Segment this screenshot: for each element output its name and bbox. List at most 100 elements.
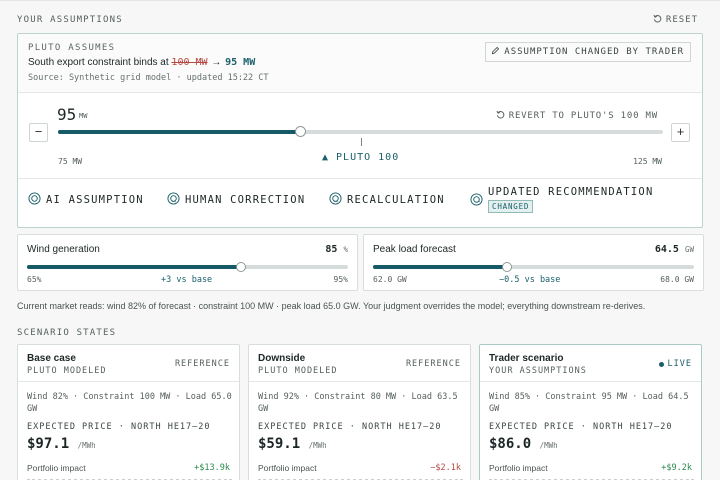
scenario-name: Trader scenario [489,353,564,364]
constraint-prefix: South export constraint binds at [28,57,169,68]
decrement-button[interactable]: − [29,123,48,142]
impact-label: Portfolio impact [489,463,548,473]
price-unit: /MWh [539,441,558,450]
constraint-slider-area: 95 MW REVERT TO PLUTO'S 100 MW − + 75 MW… [18,93,702,179]
flow-step-label: UPDATED RECOMMENDATION [488,186,654,198]
assumption-header: PLUTO ASSUMES South export constraint bi… [18,34,702,93]
target-icon [28,192,41,208]
scenario-card-base[interactable]: Base case PLUTO MODELED REFERENCE Wind 8… [17,344,240,480]
mini-slider-thumb[interactable] [501,262,512,272]
flow-step-updated-recommendation: UPDATED RECOMMENDATION CHANGED [470,186,653,213]
slider-thumb[interactable] [295,126,306,137]
peak-load-card: Peak load forecast 64.5 GW 62.0 GW −0.5 … [363,234,704,291]
scenario-tag: REFERENCE [405,359,461,369]
price-unit: /MWh [308,441,327,450]
slider-min-label: 75 MW [58,157,83,166]
flow-step-ai-assumption: AI ASSUMPTION [28,192,144,208]
flow-step-label: HUMAN CORRECTION [185,194,306,206]
slider-fill [58,130,300,134]
workflow-steps: AI ASSUMPTION → HUMAN CORRECTION → RECAL… [18,180,702,227]
live-tag: LIVE [658,359,692,369]
scenario-assumptions: Wind 82% · Constraint 100 MW · Load 65.0… [27,392,232,414]
mini-max-label: 68.0 GW [660,275,694,284]
reset-button[interactable]: RESET [653,14,698,26]
price-label: EXPECTED PRICE · NORTH HE17–20 [27,422,211,432]
pluto-assumes-label: PLUTO ASSUMES [28,43,116,53]
mini-min-label: 62.0 GW [373,275,407,284]
pluto-tick [360,138,362,146]
constraint-slider[interactable] [58,126,663,137]
source-line: Source: Synthetic grid model · updated 1… [28,73,269,83]
flow-step-human-correction: HUMAN CORRECTION [167,192,305,208]
flow-step-text: UPDATED RECOMMENDATION CHANGED [488,186,653,213]
mini-slider-thumb[interactable] [236,262,246,272]
target-icon [470,193,483,209]
scenario-header: Downside PLUTO MODELED REFERENCE [249,345,470,382]
scenario-assumptions: Wind 92% · Constraint 80 MW · Load 63.5 … [258,392,458,414]
assumption-changed-badge: ASSUMPTION CHANGED BY TRADER [485,42,691,62]
flow-step-label: RECALCULATION [347,194,445,206]
increment-button[interactable]: + [671,123,690,142]
top-divider [0,0,720,1]
scenario-tag: LIVE [667,359,692,369]
scenario-tag: REFERENCE [174,359,230,369]
impact-value: −$2.1k [430,463,461,473]
price-label: EXPECTED PRICE · NORTH HE17–20 [258,422,442,432]
flow-step-recalculation: RECALCULATION [329,192,445,208]
assumption-card: PLUTO ASSUMES South export constraint bi… [17,33,703,228]
mini-value: 85 % [325,244,348,255]
scenario-subtitle: PLUTO MODELED [27,366,107,376]
expected-price: $59.1 /MWh [258,436,327,452]
old-value: 100 MW [171,57,208,68]
constraint-statement: South export constraint binds at 100 MW … [28,57,255,68]
expected-price: $97.1 /MWh [27,436,96,452]
wind-slider[interactable] [27,262,348,272]
scenario-name: Base case [27,353,76,364]
reset-label: RESET [665,15,698,25]
slider-unit: MW [79,112,88,120]
impact-label: Portfolio impact [258,463,317,473]
peak-load-slider[interactable] [373,262,694,272]
mini-slider-fill [373,265,507,269]
scenario-card-downside[interactable]: Downside PLUTO MODELED REFERENCE Wind 92… [248,344,471,480]
scenario-subtitle: YOUR ASSUMPTIONS [489,366,587,376]
live-dot-icon [658,361,664,367]
mini-value-number: 85 [325,244,338,255]
mini-min-label: 65% [27,275,42,284]
revert-icon [496,110,505,122]
mini-title: Wind generation [27,244,100,255]
price-value: $97.1 [27,436,70,452]
mini-value-unit: GW [684,245,694,254]
impact-value: +$13.9k [194,463,230,473]
scenario-subtitle: PLUTO MODELED [258,366,338,376]
target-icon [329,192,342,208]
target-icon [167,192,180,208]
mini-delta: +3 vs base [161,275,213,285]
scenario-header: Trader scenario YOUR ASSUMPTIONS LIVE [480,345,701,382]
revert-button[interactable]: REVERT TO PLUTO'S 100 MW [496,110,658,122]
slider-value: 95 [57,105,77,124]
section-title-assumptions: YOUR ASSUMPTIONS [17,15,123,25]
mini-value: 64.5 GW [655,244,694,255]
price-value: $86.0 [489,436,532,452]
pencil-icon [491,46,500,58]
wind-generation-card: Wind generation 85 % 65% +3 vs base 95% [17,234,358,291]
mini-value-number: 64.5 [654,244,679,255]
scenario-header: Base case PLUTO MODELED REFERENCE [18,345,239,382]
new-value: 95 MW [225,57,256,68]
impact-label: Portfolio impact [27,463,86,473]
price-label: EXPECTED PRICE · NORTH HE17–20 [489,422,673,432]
scenario-card-trader[interactable]: Trader scenario YOUR ASSUMPTIONS LIVE Wi… [479,344,702,480]
revert-label: REVERT TO PLUTO'S 100 MW [508,111,658,121]
change-arrow: → [211,57,222,68]
mini-title: Peak load forecast [373,244,456,255]
mini-value-unit: % [343,245,348,254]
mini-max-label: 95% [333,275,348,284]
reset-icon [653,14,662,26]
mini-delta: −0.5 vs base [499,275,561,285]
mini-slider-fill [27,265,241,269]
expected-price: $86.0 /MWh [489,436,558,452]
scenario-name: Downside [258,353,306,364]
changed-tag: CHANGED [488,200,534,213]
changed-badge-label: ASSUMPTION CHANGED BY TRADER [504,47,684,57]
